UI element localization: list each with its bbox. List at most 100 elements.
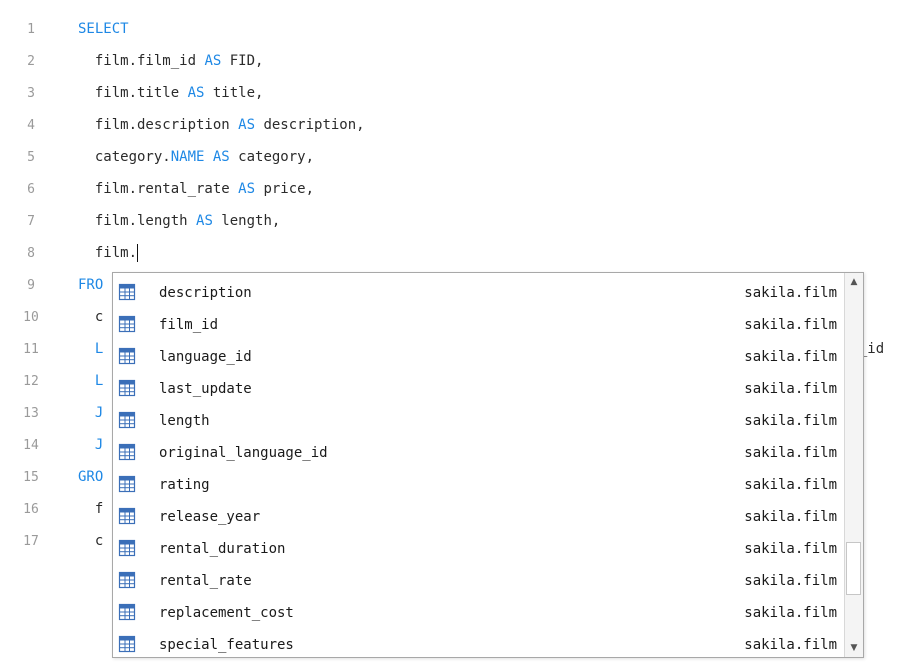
sql-keyword: AS <box>212 149 230 165</box>
suggestion-item[interactable]: rental_rate sakila.film <box>113 565 843 597</box>
code-token: length, <box>212 213 281 229</box>
code-text[interactable]: category.NAME AS category, <box>78 148 314 166</box>
table-column-icon <box>118 507 136 525</box>
code-text[interactable]: film.length AS length, <box>78 212 280 230</box>
code-text[interactable]: SELECT <box>78 20 129 38</box>
code-token: film. <box>94 245 138 261</box>
code-line[interactable]: 1 SELECT <box>0 14 920 46</box>
code-text[interactable]: c <box>78 308 103 326</box>
table-column-icon <box>118 539 136 557</box>
code-text[interactable]: film.film_id AS FID, <box>78 52 264 70</box>
sql-keyword: L <box>94 341 104 357</box>
code-text[interactable]: film.description AS description, <box>78 116 365 134</box>
line-number: 2 <box>27 54 35 69</box>
code-token: film.rental_rate <box>94 181 239 197</box>
line-number: 17 <box>23 534 39 549</box>
sql-keyword: J <box>94 405 104 421</box>
suggestion-item[interactable]: last_update sakila.film <box>113 373 843 405</box>
scroll-thumb[interactable] <box>846 542 861 595</box>
line-number: 12 <box>23 374 39 389</box>
code-text[interactable]: J <box>78 404 103 422</box>
suggestion-table-source: sakila.film <box>744 445 837 461</box>
suggestion-item[interactable]: rental_duration sakila.film <box>113 533 843 565</box>
code-text[interactable]: c <box>78 532 103 550</box>
sql-keyword: J <box>94 437 104 453</box>
table-column-icon <box>118 411 136 429</box>
sql-keyword: L <box>94 373 104 389</box>
suggestion-column-name: length <box>159 413 210 429</box>
suggestion-item[interactable]: description sakila.film <box>113 277 843 309</box>
line-number: 11 <box>23 342 39 357</box>
sql-keyword: NAME <box>170 149 205 165</box>
code-line[interactable]: 2 film.film_id AS FID, <box>0 46 920 78</box>
scroll-track[interactable] <box>845 291 863 639</box>
code-text[interactable]: f <box>78 500 103 518</box>
sql-keyword: AS <box>187 85 205 101</box>
code-line[interactable]: 7 film.length AS length, <box>0 206 920 238</box>
sql-keyword: AS <box>204 53 222 69</box>
suggestion-table-source: sakila.film <box>744 637 837 653</box>
code-text[interactable]: J <box>78 436 103 454</box>
code-token: film.film_id <box>94 53 205 69</box>
code-line[interactable]: 8 film. <box>0 238 920 270</box>
suggestion-item[interactable]: special_features sakila.film <box>113 629 843 657</box>
line-number: 6 <box>27 182 35 197</box>
code-line[interactable]: 6 film.rental_rate AS price, <box>0 174 920 206</box>
sql-keyword: AS <box>238 117 256 133</box>
sql-keyword: SELECT <box>78 21 129 37</box>
suggestion-table-source: sakila.film <box>744 381 837 397</box>
table-column-icon <box>118 347 136 365</box>
code-token: category. <box>94 149 171 165</box>
suggestion-table-source: sakila.film <box>744 541 837 557</box>
suggestion-item[interactable]: film_id sakila.film <box>113 309 843 341</box>
line-number: 9 <box>27 278 35 293</box>
suggestion-item[interactable]: language_id sakila.film <box>113 341 843 373</box>
code-text[interactable]: film.title AS title, <box>78 84 264 102</box>
code-token: category, <box>229 149 315 165</box>
code-line[interactable]: 5 category.NAME AS category, <box>0 142 920 174</box>
sql-keyword: AS <box>238 181 256 197</box>
autocomplete-popup: description sakila.film film_id sakila.film… <box>112 272 864 658</box>
scroll-down-arrow-icon[interactable]: ▼ <box>845 639 863 657</box>
code-text[interactable]: film. <box>78 244 139 262</box>
scroll-up-arrow-icon[interactable]: ▲ <box>845 273 863 291</box>
suggestion-table-source: sakila.film <box>744 317 837 333</box>
code-text[interactable]: film.rental_rate AS price, <box>78 180 314 198</box>
suggestion-item[interactable]: length sakila.film <box>113 405 843 437</box>
suggestion-item[interactable]: release_year sakila.film <box>113 501 843 533</box>
table-column-icon <box>118 635 136 653</box>
line-number: 7 <box>27 214 35 229</box>
table-column-icon <box>118 315 136 333</box>
code-line[interactable]: 4 film.description AS description, <box>0 110 920 142</box>
suggestion-column-name: last_update <box>159 381 252 397</box>
suggestion-table-source: sakila.film <box>744 605 837 621</box>
table-column-icon <box>118 379 136 397</box>
sql-keyword: GRO <box>78 469 104 485</box>
code-text[interactable]: FRO <box>78 276 103 294</box>
autocomplete-scrollbar[interactable]: ▲ ▼ <box>844 273 863 657</box>
suggestion-item[interactable]: rating sakila.film <box>113 469 843 501</box>
line-number: 14 <box>23 438 39 453</box>
code-text[interactable]: L <box>78 372 103 390</box>
code-token: f <box>94 501 104 517</box>
code-line[interactable]: 3 film.title AS title, <box>0 78 920 110</box>
suggestion-item[interactable]: replacement_cost sakila.film <box>113 597 843 629</box>
code-text[interactable]: GRO <box>78 468 103 486</box>
sql-keyword: FRO <box>78 277 104 293</box>
line-number: 5 <box>27 150 35 165</box>
suggestion-item[interactable]: original_language_id sakila.film <box>113 437 843 469</box>
line-number: 10 <box>23 310 39 325</box>
code-token: film.length <box>94 213 197 229</box>
code-text[interactable]: L <box>78 340 103 358</box>
line-number: 15 <box>23 470 39 485</box>
